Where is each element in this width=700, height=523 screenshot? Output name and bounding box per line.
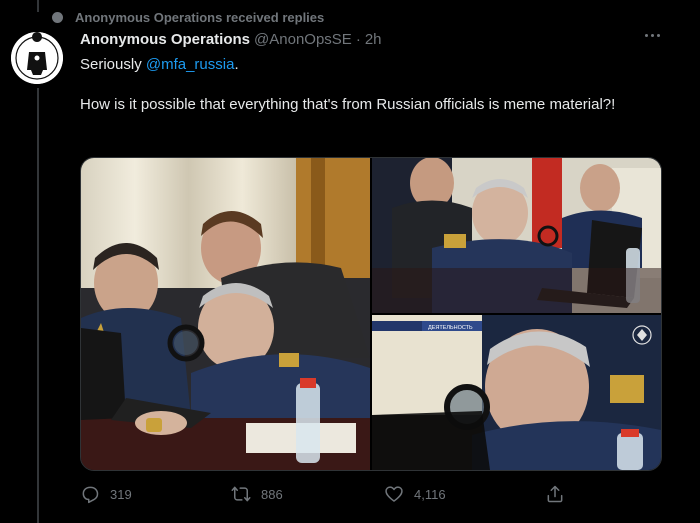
separator-dot: · — [355, 31, 361, 48]
mention-link[interactable]: @mfa_russia — [146, 56, 235, 73]
reply-icon — [82, 486, 99, 504]
tweet-header: Anonymous Operations @AnonOpsSE · 2h — [80, 31, 382, 48]
more-dot-icon — [657, 34, 660, 37]
tweet-text: Seriously @mfa_russia. How is it possibl… — [80, 55, 670, 115]
more-options-button[interactable] — [645, 34, 660, 37]
tweet-text-line2: How is it possible that everything that'… — [80, 96, 616, 113]
more-dot-icon — [651, 34, 654, 37]
tweet-actions: 319 886 4,116 — [80, 484, 600, 506]
share-button[interactable] — [545, 484, 565, 504]
media-photo-2[interactable] — [372, 158, 661, 313]
anonymous-logo-icon — [11, 32, 63, 84]
thread-line-top — [37, 0, 39, 12]
retweet-button[interactable]: 886 — [231, 484, 283, 504]
like-count: 4,116 — [414, 486, 446, 502]
avatar[interactable] — [11, 32, 63, 84]
thread-line-bottom — [37, 88, 39, 523]
photo-officials-laptop-magnifier — [81, 158, 370, 470]
tweet-text-suffix: . — [234, 56, 239, 73]
media-photo-1[interactable] — [81, 158, 370, 470]
timestamp[interactable]: 2h — [365, 31, 382, 48]
photo-broadcast-still: ДЕЯТЕЛЬНОСТЬ — [372, 315, 661, 470]
media-photo-3[interactable]: ДЕЯТЕЛЬНОСТЬ — [372, 315, 661, 470]
social-context-text: Anonymous Operations received replies — [75, 9, 325, 25]
reply-button[interactable]: 319 — [80, 484, 132, 504]
retweet-count: 886 — [261, 486, 283, 502]
dot-icon — [52, 11, 63, 23]
share-icon — [547, 485, 563, 503]
reply-count: 319 — [110, 486, 132, 502]
handle[interactable]: @AnonOpsSE — [254, 31, 352, 48]
tweet-text-line1: Seriously @mfa_russia. — [80, 55, 670, 75]
media-grid: ДЕЯТЕЛЬНОСТЬ — [80, 157, 662, 471]
more-dot-icon — [645, 34, 648, 37]
social-context[interactable]: Anonymous Operations received replies — [52, 7, 324, 27]
tweet-text-prefix: Seriously — [80, 56, 146, 73]
retweet-icon — [231, 486, 251, 502]
like-button[interactable]: 4,116 — [384, 484, 446, 504]
broadcast-caption: ДЕЯТЕЛЬНОСТЬ — [428, 325, 473, 331]
photo-officials-closeup — [372, 158, 661, 313]
display-name[interactable]: Anonymous Operations — [80, 31, 250, 48]
heart-icon — [385, 486, 403, 502]
